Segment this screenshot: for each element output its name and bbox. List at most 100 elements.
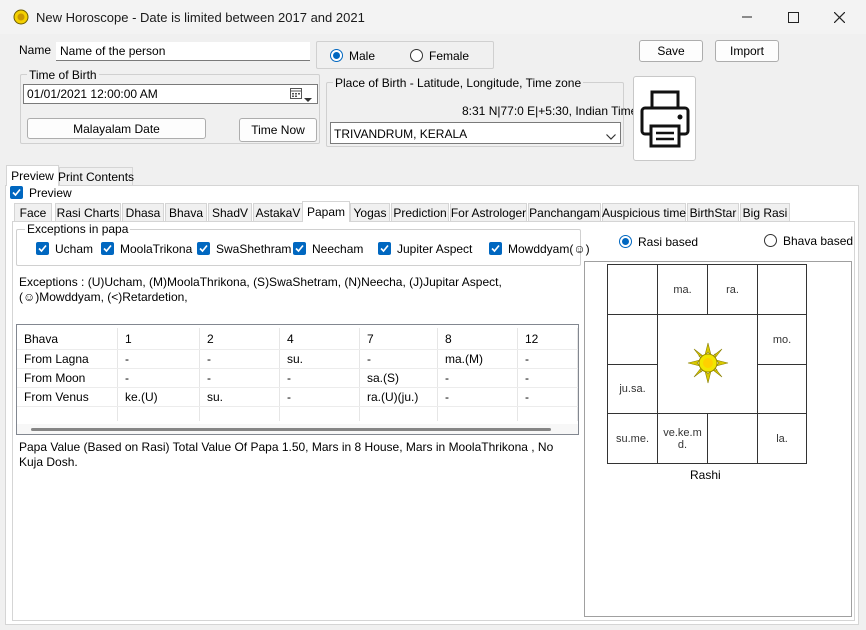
rasi-house-left-2: ju.sa. xyxy=(607,364,658,414)
bhava-based-radio[interactable] xyxy=(764,234,777,247)
datetime-picker[interactable]: 01/01/2021 12:00:00 AM xyxy=(23,84,318,104)
grid-header-row: Bhava 1 2 4 7 8 12 xyxy=(17,328,578,350)
tab-print-contents[interactable]: Print Contents xyxy=(58,167,134,185)
place-select[interactable]: TRIVANDRUM, KERALA xyxy=(330,122,621,144)
male-label: Male xyxy=(349,49,376,63)
table-row[interactable]: From Venus ke.(U) su. - ra.(U)(ju.) - - xyxy=(17,388,578,407)
checkmark-icon xyxy=(12,188,21,197)
tab-shadv[interactable]: ShadV xyxy=(208,203,252,221)
female-radio[interactable] xyxy=(410,49,423,62)
neecham-checkbox[interactable] xyxy=(293,242,306,255)
table-row[interactable]: From Moon - - - sa.(S) - - xyxy=(17,369,578,388)
grid-cell: - xyxy=(280,388,360,406)
grid-cell-empty xyxy=(280,407,360,421)
ucham-label: Ucham xyxy=(55,242,94,256)
grid-cell: - xyxy=(118,369,200,387)
print-button[interactable] xyxy=(633,76,696,161)
table-row-empty xyxy=(17,407,578,421)
coordinates-text: 8:31 N|77:0 E|+5:30, Indian Time xyxy=(462,104,638,118)
import-button[interactable]: Import xyxy=(715,40,779,62)
grid-cell: - xyxy=(200,369,280,387)
ucham-checkbox[interactable] xyxy=(36,242,49,255)
name-label: Name xyxy=(19,43,52,57)
papam-grid[interactable]: Bhava 1 2 4 7 8 12 From Lagna - - su. - … xyxy=(16,324,579,435)
grid-cell: su. xyxy=(280,350,360,368)
grid-cell: From Lagna xyxy=(17,350,118,368)
tab-face[interactable]: Face xyxy=(14,203,52,221)
grid-cell: From Venus xyxy=(17,388,118,406)
rasi-house-top-2: ma. xyxy=(657,264,708,315)
jupiter-aspect-checkbox[interactable] xyxy=(378,242,391,255)
tab-preview[interactable]: Preview xyxy=(6,165,59,186)
grid-cell-empty xyxy=(200,407,280,421)
tab-panchangam[interactable]: Panchangam xyxy=(528,203,601,221)
grid-cell: - xyxy=(438,369,518,387)
printer-icon xyxy=(640,90,689,147)
papa-value-line2: Kuja Dosh. xyxy=(19,455,78,469)
grid-cell-empty xyxy=(360,407,438,421)
chevron-down-icon[interactable] xyxy=(304,92,312,106)
sun-icon xyxy=(687,342,729,384)
tab-papam[interactable]: Papam xyxy=(302,201,350,222)
grid-cell-empty xyxy=(438,407,518,421)
grid-cell: - xyxy=(518,350,578,368)
calendar-icon[interactable] xyxy=(290,88,302,99)
grid-cell: su. xyxy=(200,388,280,406)
checkmark-icon xyxy=(199,244,208,253)
horizontal-scrollbar[interactable] xyxy=(17,424,578,434)
time-now-button[interactable]: Time Now xyxy=(239,118,317,142)
rasi-house-bottom-3 xyxy=(707,413,758,464)
grid-header-cell: 12 xyxy=(518,328,578,349)
tab-bhava[interactable]: Bhava xyxy=(165,203,207,221)
grid-cell: From Moon xyxy=(17,369,118,387)
exceptions-legend-line2: (☺)Mowddyam, (<)Retardetion, xyxy=(19,290,188,304)
checkmark-icon xyxy=(380,244,389,253)
moolatrikona-checkbox[interactable] xyxy=(101,242,114,255)
tab-dhasa[interactable]: Dhasa xyxy=(122,203,164,221)
place-value: TRIVANDRUM, KERALA xyxy=(334,127,468,141)
tab-rasi-charts[interactable]: Rasi Charts xyxy=(55,203,121,221)
grid-cell: - xyxy=(360,350,438,368)
close-button[interactable] xyxy=(816,0,862,34)
male-radio[interactable] xyxy=(330,49,343,62)
scrollbar-thumb[interactable] xyxy=(31,428,551,431)
grid-header-cell: 2 xyxy=(200,328,280,349)
moolatrikona-label: MoolaTrikona xyxy=(120,242,193,256)
preview-label: Preview xyxy=(29,186,72,200)
place-chevron-down-icon[interactable] xyxy=(606,129,616,143)
save-button[interactable]: Save xyxy=(639,40,703,62)
malayalam-date-button[interactable]: Malayalam Date xyxy=(27,118,206,139)
exceptions-legend-line1: Exceptions : (U)Ucham, (M)MoolaThrikona,… xyxy=(19,275,502,289)
datetime-value: 01/01/2021 12:00:00 AM xyxy=(27,87,158,101)
maximize-button[interactable] xyxy=(770,0,816,34)
rasi-center xyxy=(657,314,758,414)
rasi-chart-caption: Rashi xyxy=(690,468,721,482)
rasi-based-label: Rasi based xyxy=(638,235,699,249)
minimize-button[interactable] xyxy=(724,0,770,34)
tab-yogas[interactable]: Yogas xyxy=(350,203,390,221)
grid-cell: ra.(U)(ju.) xyxy=(360,388,438,406)
name-input[interactable]: Name of the person xyxy=(56,42,310,61)
checkmark-icon xyxy=(103,244,112,253)
tab-big-rasi[interactable]: Big Rasi xyxy=(740,203,790,221)
tab-prediction[interactable]: Prediction xyxy=(391,203,449,221)
time-of-birth-title: Time of Birth xyxy=(27,68,99,82)
rasi-based-radio[interactable] xyxy=(619,235,632,248)
mowddyam-checkbox[interactable] xyxy=(489,242,502,255)
rasi-house-top-1 xyxy=(607,264,658,315)
rasi-house-right-1: mo. xyxy=(757,314,807,365)
table-row[interactable]: From Lagna - - su. - ma.(M) - xyxy=(17,350,578,369)
grid-header-cell: 1 xyxy=(118,328,200,349)
tab-astakav[interactable]: AstakaV xyxy=(253,203,303,221)
grid-cell-empty xyxy=(17,407,118,421)
swashethram-checkbox[interactable] xyxy=(197,242,210,255)
grid-cell: - xyxy=(280,369,360,387)
tab-birthstar[interactable]: BirthStar xyxy=(687,203,739,221)
female-label: Female xyxy=(429,49,470,63)
rasi-house-left-1 xyxy=(607,314,658,365)
grid-header-cell: Bhava xyxy=(17,328,118,349)
tab-auspicious-time[interactable]: Auspicious time xyxy=(602,203,686,221)
preview-checkbox[interactable] xyxy=(10,186,23,199)
grid-header-cell: 4 xyxy=(280,328,360,349)
tab-for-astrologer[interactable]: For Astrologer xyxy=(450,203,527,221)
